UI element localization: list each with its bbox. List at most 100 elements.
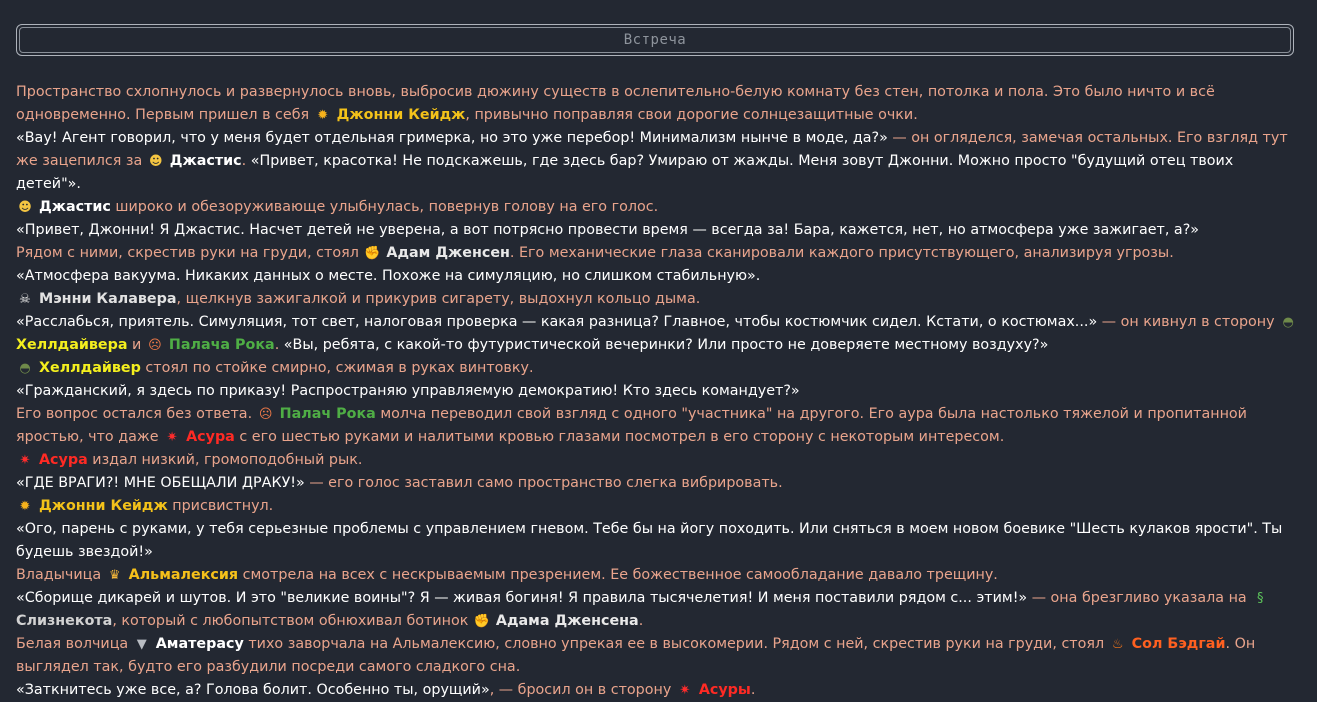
- military-helmet-icon: ◓: [19, 361, 31, 376]
- speech: «Привет, Джонни! Я Джастис. Насчет детей…: [16, 222, 1200, 238]
- scene-title: Встреча: [19, 27, 1291, 53]
- speech: «Сборище дикарей и шутов. И это "великие…: [16, 590, 1028, 606]
- paragraph: Его вопрос остался без ответа. ☹ Палач Р…: [16, 403, 1301, 449]
- speech: «Ого, парень с руками, у тебя серьезные …: [16, 521, 1283, 560]
- narration: Владычица: [16, 567, 106, 583]
- character-justice: ☻ Джастис: [147, 153, 242, 169]
- character-justice: ☻ Джастис: [16, 199, 111, 215]
- narration: с его шестью руками и налитыми кровью гл…: [234, 429, 1005, 445]
- character-name: Асура: [186, 429, 235, 445]
- paragraph: Рядом с ними, скрестив руки на груди, ст…: [16, 242, 1301, 265]
- character-name: Асура: [38, 452, 88, 468]
- paragraph: «ГДЕ ВРАГИ?! МНЕ ОБЕЩАЛИ ДРАКУ!» — его г…: [16, 472, 1301, 495]
- character-almalexia: ♛ Альмалексия: [106, 567, 238, 583]
- military-helmet-icon: ◓: [1282, 315, 1294, 330]
- paragraph: Владычица ♛ Альмалексия смотрела на всех…: [16, 564, 1301, 587]
- narration: — его голос заставил само пространство с…: [304, 475, 783, 491]
- angry-face-icon: ☹: [148, 338, 162, 353]
- character-name: Джастис: [169, 153, 242, 169]
- narration: стоял по стойке смирно, сжимая в руках в…: [140, 360, 534, 376]
- narration: .: [274, 337, 284, 353]
- sunglasses-face-icon: ☻: [18, 200, 32, 215]
- character-name: Аматерасу: [155, 636, 244, 652]
- narration: , привычно поправляя свои дорогие солнце…: [465, 107, 918, 123]
- character-name: Палач Рока: [279, 406, 376, 422]
- speech: «Заткнитесь уже все, а? Голова болит. Ос…: [16, 682, 490, 698]
- narration: издал низкий, громоподобный рык.: [87, 452, 363, 468]
- narration: Белая волчица: [16, 636, 133, 652]
- character-name: Альмалексия: [128, 567, 239, 583]
- narration: .: [241, 153, 251, 169]
- muscle-arm-icon: ✊: [473, 614, 490, 629]
- speech: «Расслабься, приятель. Симуляция, тот св…: [16, 314, 1098, 330]
- narration: , который с любопытством обнюхивал ботин…: [112, 613, 473, 629]
- narration: .: [638, 613, 644, 629]
- paragraph: «Вау! Агент говорил, что у меня будет от…: [16, 127, 1301, 196]
- fire-icon: ♨: [1111, 637, 1124, 652]
- paragraph: ✷ Асура издал низкий, громоподобный рык.: [16, 449, 1301, 472]
- character-johnny: ✹ Джонни Кейдж: [314, 107, 466, 123]
- character-name: Сол Бэдгай: [1131, 636, 1226, 652]
- narration: , щелкнув зажигалкой и прикурив сигарету…: [176, 291, 701, 307]
- narration: — он кивнул в сторону: [1097, 314, 1280, 330]
- paragraph: ✹ Джонни Кейдж присвистнул.: [16, 495, 1301, 518]
- character-sol: ♨ Сол Бэдгай: [1109, 636, 1226, 652]
- speech: «Вау! Агент говорил, что у меня будет от…: [16, 130, 888, 146]
- character-name: Асуры: [698, 682, 751, 698]
- wolf-icon: ▼: [136, 637, 147, 652]
- character-asura: ✷ Асуры: [676, 682, 751, 698]
- character-name: Мэнни Калавера: [38, 291, 177, 307]
- character-name: Адам Дженсен: [386, 245, 510, 261]
- narration: .: [750, 682, 756, 698]
- paragraph: Пространство схлопнулось и развернулось …: [16, 81, 1301, 127]
- narration: . Его механические глаза сканировали каж…: [509, 245, 1174, 261]
- paragraph: ◓ Хеллдайвер стоял по стойке смирно, сжи…: [16, 357, 1301, 380]
- narration: Рядом с ними, скрестив руки на груди, ст…: [16, 245, 364, 261]
- character-amaterasu: ▼ Аматерасу: [133, 636, 244, 652]
- paragraph: «Расслабься, приятель. Симуляция, тот св…: [16, 311, 1301, 357]
- character-manny: ☠ Мэнни Калавера: [16, 291, 177, 307]
- muscle-arm-icon: ✊: [364, 246, 381, 261]
- story-text: Пространство схлопнулось и развернулось …: [16, 81, 1301, 702]
- character-asura: ✷ Асура: [16, 452, 88, 468]
- narration: присвистнул.: [167, 498, 274, 514]
- character-executioner: ☹ Палача Рока: [146, 337, 275, 353]
- narration: , — бросил он в сторону: [489, 682, 676, 698]
- character-name: Хеллдайвера: [16, 337, 128, 353]
- angry-face-icon: ☹: [258, 407, 273, 422]
- speech: «Гражданский, я здесь по приказу! Распро…: [16, 383, 800, 399]
- burst-icon: ✷: [19, 453, 31, 468]
- character-name: Палача Рока: [168, 337, 275, 353]
- scene-title-box: Встреча: [16, 24, 1294, 56]
- burst-icon: ✷: [166, 430, 178, 445]
- character-name: Адама Дженсена: [495, 613, 639, 629]
- character-adam: ✊ Адама Дженсена: [473, 613, 639, 629]
- paragraph: «Заткнитесь уже все, а? Голова болит. Ос…: [16, 679, 1301, 702]
- narration: и: [127, 337, 146, 353]
- sun-icon: ✹: [19, 499, 31, 514]
- burst-icon: ✷: [679, 683, 691, 698]
- narration: Его вопрос остался без ответа.: [16, 406, 257, 422]
- skull-icon: ☠: [19, 292, 31, 307]
- lizard-icon: §: [1256, 591, 1264, 606]
- character-name: Джастис: [38, 199, 111, 215]
- character-adam: ✊ Адам Дженсен: [363, 245, 510, 261]
- narration: — она брезгливо указала на: [1027, 590, 1252, 606]
- sunglasses-face-icon: ☻: [149, 154, 163, 169]
- narration: широко и обезоруживающе улыбнулась, пове…: [110, 199, 659, 215]
- character-executioner: ☹ Палач Рока: [257, 406, 376, 422]
- speech: «Атмосфера вакуума. Никаких данных о мес…: [16, 268, 761, 284]
- crown-icon: ♛: [108, 568, 121, 583]
- character-asura: ✷ Асура: [163, 429, 235, 445]
- speech: «Вы, ребята, с какой-то футуристической …: [283, 337, 1049, 353]
- narration: тихо заворчала на Альмалексию, словно уп…: [243, 636, 1109, 652]
- paragraph: ☻ Джастис широко и обезоруживающе улыбну…: [16, 196, 1301, 219]
- character-name: Джонни Кейдж: [336, 107, 466, 123]
- paragraph: ☠ Мэнни Калавера, щелкнув зажигалкой и п…: [16, 288, 1301, 311]
- character-name: Слизнекота: [16, 613, 113, 629]
- character-johnny: ✹ Джонни Кейдж: [16, 498, 168, 514]
- character-name: Хеллдайвер: [38, 360, 141, 376]
- paragraph: «Сборище дикарей и шутов. И это "великие…: [16, 587, 1301, 633]
- paragraph: Белая волчица ▼ Аматерасу тихо заворчала…: [16, 633, 1301, 679]
- character-helldiver: ◓ Хеллдайвер: [16, 360, 141, 376]
